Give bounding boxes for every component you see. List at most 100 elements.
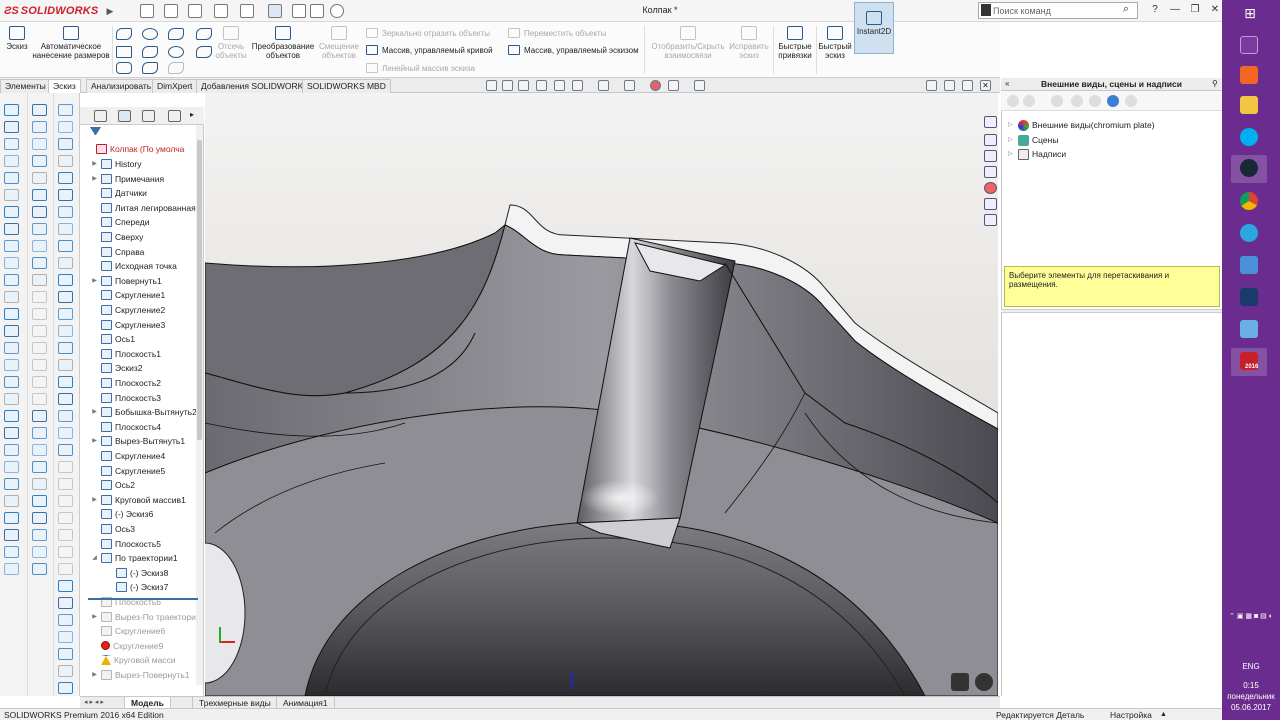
tab-solidworks-mbd[interactable]: SOLIDWORKS MBD: [302, 79, 391, 93]
move-entities-button[interactable]: Переместить объекты: [508, 28, 606, 38]
expand-icon[interactable]: ▷: [1008, 147, 1015, 161]
forum-icon[interactable]: [984, 214, 997, 226]
feature-tree-tab-icon[interactable]: [94, 110, 107, 122]
rectangle-icon[interactable]: [116, 46, 132, 58]
toolbar-tool-icon[interactable]: [32, 359, 47, 371]
tree-item[interactable]: Плоскость3: [91, 391, 161, 405]
tree-item[interactable]: Сверху: [91, 230, 143, 244]
tree-item[interactable]: ▶ History: [91, 157, 141, 171]
toolbar-tool-icon[interactable]: [58, 121, 73, 133]
options-gear-icon[interactable]: [330, 4, 344, 18]
toolbar-tool-icon[interactable]: [58, 665, 73, 677]
toolbar-tool-icon[interactable]: [32, 121, 47, 133]
toolbar-tool-icon[interactable]: [4, 189, 19, 201]
toolbar-tool-icon[interactable]: [58, 495, 73, 507]
tree-item[interactable]: Эскиз2: [91, 361, 142, 375]
toolbar-tool-icon[interactable]: [4, 138, 19, 150]
open-folder-icon[interactable]: [164, 4, 178, 18]
display-style-icon[interactable]: [598, 80, 609, 91]
toolbar-tool-icon[interactable]: [58, 512, 73, 524]
toolbar-tool-icon[interactable]: [4, 427, 19, 439]
toolbar-tool-icon[interactable]: [58, 274, 73, 286]
toolbar-tool-icon[interactable]: [4, 546, 19, 558]
toolbar-tool-icon[interactable]: [32, 478, 47, 490]
point-icon[interactable]: [196, 46, 212, 58]
toolbar-tool-icon[interactable]: [4, 359, 19, 371]
tree-item[interactable]: Ось3: [91, 522, 135, 536]
toolbar-tool-icon[interactable]: [4, 240, 19, 252]
graphics-viewport[interactable]: [205, 93, 998, 696]
toolbar-tool-icon[interactable]: [32, 172, 47, 184]
home-icon[interactable]: [984, 116, 997, 128]
toolbar-tool-icon[interactable]: [32, 274, 47, 286]
tree-item[interactable]: Плоскость4: [91, 420, 161, 434]
tree-item[interactable]: Спереди: [91, 215, 149, 229]
tab-dimxpert[interactable]: DimXpert: [152, 79, 198, 93]
tab-features[interactable]: Элементы: [0, 79, 51, 93]
rotate-view-icon[interactable]: [975, 673, 993, 691]
status-custom[interactable]: Настройка: [1110, 709, 1152, 721]
windows-start-icon[interactable]: ⊞: [1240, 5, 1260, 21]
toolbar-tool-icon[interactable]: [32, 529, 47, 541]
sketch-pattern-button[interactable]: Массив, управляемый эскизом: [508, 45, 639, 55]
slot-icon[interactable]: [116, 62, 132, 74]
tree-expand-icon[interactable]: ▶: [91, 274, 98, 288]
toolbar-tool-icon[interactable]: [58, 580, 73, 592]
toolbar-tool-icon[interactable]: [58, 172, 73, 184]
offset-entities-button[interactable]: Смещение объектов: [318, 26, 360, 60]
appearances-icon[interactable]: [984, 182, 997, 194]
search-icon[interactable]: ⌕: [1119, 3, 1133, 17]
search-scope-icon[interactable]: [981, 4, 991, 16]
smart-dimension-button[interactable]: Автоматическое нанесение размеров: [32, 26, 110, 60]
toolbar-tool-icon[interactable]: [32, 376, 47, 388]
toolbar-tool-icon[interactable]: [58, 376, 73, 388]
tree-expand-icon[interactable]: ▶: [91, 434, 98, 448]
toolbar-tool-icon[interactable]: [4, 291, 19, 303]
forward-icon[interactable]: [1023, 95, 1035, 107]
quick-snaps-button[interactable]: Быстрые привязки: [776, 26, 814, 60]
taskbar-telegram[interactable]: [1231, 220, 1267, 248]
toolbar-tool-icon[interactable]: [32, 325, 47, 337]
tree-item[interactable]: (-) Эскиз7: [106, 580, 168, 594]
configuration-manager-tab-icon[interactable]: [142, 110, 155, 122]
zoom-to-fit-icon[interactable]: [486, 80, 497, 91]
toolbar-tool-icon[interactable]: [32, 461, 47, 473]
hide-show-items-icon[interactable]: [624, 80, 635, 91]
ellipse-icon[interactable]: [168, 46, 184, 58]
linear-pattern-button[interactable]: Линейный массив эскиза: [366, 63, 475, 73]
toolbar-tool-icon[interactable]: [58, 240, 73, 252]
toolbar-tool-icon[interactable]: [4, 104, 19, 116]
viewport-close-icon[interactable]: ✕: [980, 80, 991, 91]
file-properties-icon[interactable]: [310, 4, 324, 18]
toolbar-tool-icon[interactable]: [58, 614, 73, 626]
tree-item[interactable]: Плоскость1: [91, 347, 161, 361]
back-icon[interactable]: [1007, 95, 1019, 107]
tree-item[interactable]: Ось2: [91, 478, 135, 492]
custom-properties-icon[interactable]: [984, 198, 997, 210]
add-appearance-icon[interactable]: [1051, 95, 1063, 107]
toolbar-tool-icon[interactable]: [32, 240, 47, 252]
toolbar-tool-icon[interactable]: [32, 189, 47, 201]
toolbar-tool-icon[interactable]: [32, 342, 47, 354]
property-manager-tab-icon[interactable]: [118, 110, 131, 122]
add-decal-icon[interactable]: [1089, 95, 1101, 107]
toolbar-tool-icon[interactable]: [58, 461, 73, 473]
section-view-icon[interactable]: [536, 80, 547, 91]
tab-scroll-arrows-icon[interactable]: ◂ ▸ ◂ ▸: [84, 698, 104, 706]
toolbar-tool-icon[interactable]: [4, 444, 19, 456]
toolbar-tool-icon[interactable]: [32, 563, 47, 575]
toolbar-tool-icon[interactable]: [58, 325, 73, 337]
toolbar-tool-icon[interactable]: [58, 155, 73, 167]
toolbar-tool-icon[interactable]: [4, 325, 19, 337]
edit-appearance-icon[interactable]: [650, 80, 661, 91]
traffic-light-icon[interactable]: [292, 4, 306, 18]
toolbar-tool-icon[interactable]: [32, 155, 47, 167]
toolbar-tool-icon[interactable]: [4, 529, 19, 541]
tab-sketch[interactable]: Эскиз: [48, 79, 81, 93]
toolbar-tool-icon[interactable]: [58, 291, 73, 303]
toolbar-tool-icon[interactable]: [58, 563, 73, 575]
toolbar-tool-icon[interactable]: [58, 410, 73, 422]
toolbar-tool-icon[interactable]: [58, 138, 73, 150]
tree-root-part[interactable]: Колпак (По умолча: [96, 142, 184, 156]
tree-item[interactable]: ▶ Вырез-Вытянуть1: [91, 434, 185, 448]
